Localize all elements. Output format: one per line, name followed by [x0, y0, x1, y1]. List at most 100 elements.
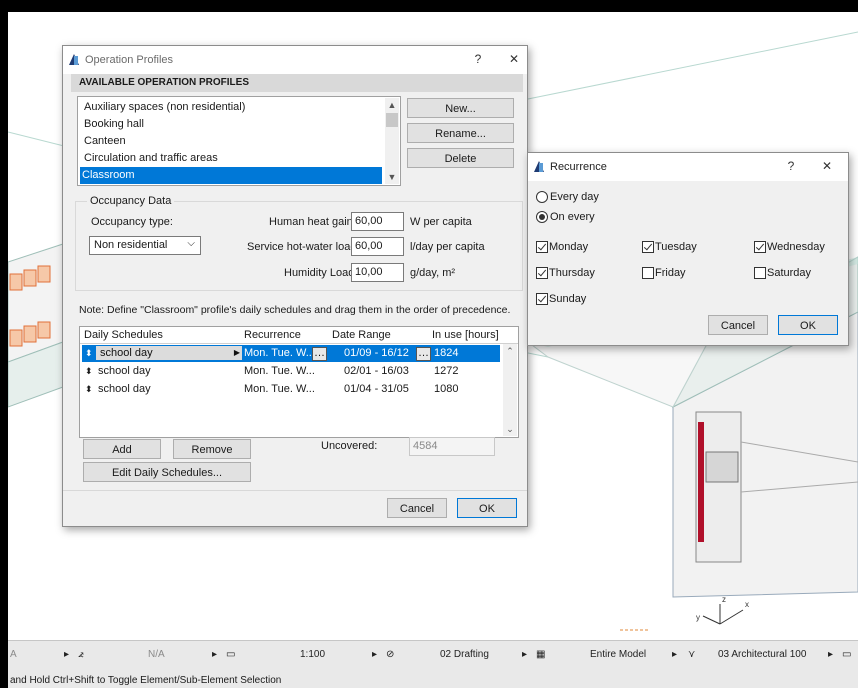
recurrence-ok-button[interactable]: OK	[778, 315, 838, 335]
profiles-list[interactable]: Auxiliary spaces (non residential) Booki…	[77, 96, 401, 186]
schedules-table[interactable]: Daily Schedules Recurrence Date Range In…	[79, 326, 519, 438]
edit-daily-schedules-button[interactable]: Edit Daily Schedules...	[83, 462, 251, 482]
archicad-logo-icon	[69, 54, 79, 65]
status-hint: and Hold Ctrl+Shift to Toggle Element/Su…	[8, 674, 858, 688]
status-na-left: A	[10, 649, 17, 660]
list-item[interactable]: Booking hall	[82, 116, 382, 133]
thursday-label[interactable]: Thursday	[549, 267, 595, 279]
table-row[interactable]: ⬍ school day ▶ Mon. Tue. W... … 01/09 - …	[82, 345, 500, 362]
model-view-icon: ▦	[536, 649, 546, 660]
humidity-unit: g/day, m²	[410, 267, 456, 279]
dropdown-arrow-icon[interactable]: ▸	[64, 649, 69, 660]
add-schedule-button[interactable]: Add	[83, 439, 161, 459]
wednesday-checkbox[interactable]	[754, 241, 766, 253]
uncovered-label: Uncovered:	[321, 440, 378, 452]
scale-value[interactable]: 1:100	[300, 649, 325, 660]
scroll-thumb[interactable]	[386, 113, 398, 127]
pen-set-value[interactable]: 03 Architectural 100	[718, 649, 806, 660]
dropdown-arrow-icon[interactable]: ▸	[372, 649, 377, 660]
list-item[interactable]: Canteen	[82, 133, 382, 150]
recurrence-cell[interactable]: Mon. Tue. W...	[244, 345, 315, 362]
table-row[interactable]: ⬍ school day Mon. Tue. W... 02/01 - 16/0…	[82, 363, 500, 380]
dialog-title: Operation Profiles	[85, 54, 174, 66]
drag-handle-icon[interactable]: ⬍	[85, 345, 93, 362]
tuesday-label[interactable]: Tuesday	[655, 241, 697, 253]
schedule-name-select[interactable]: school day ▶	[96, 346, 242, 360]
every-day-radio[interactable]	[536, 191, 548, 203]
rename-profile-button[interactable]: Rename...	[407, 123, 514, 143]
cancel-button[interactable]: Cancel	[387, 498, 447, 518]
friday-label[interactable]: Friday	[655, 267, 686, 279]
delete-profile-button[interactable]: Delete	[407, 148, 514, 168]
date-range-browse-button[interactable]: …	[416, 347, 431, 361]
saturday-label[interactable]: Saturday	[767, 267, 811, 279]
angle-icon: ⦨	[78, 649, 84, 660]
svg-text:z: z	[722, 595, 726, 604]
column-header-schedules[interactable]: Daily Schedules	[84, 329, 163, 341]
on-every-label[interactable]: On every	[550, 211, 595, 223]
occupancy-type-select[interactable]: Non residential ⌵	[89, 236, 201, 255]
recurrence-titlebar[interactable]: Recurrence ? ✕	[528, 153, 848, 181]
dialog-titlebar[interactable]: Operation Profiles ? ✕	[63, 46, 527, 74]
close-icon[interactable]: ✕	[505, 52, 523, 68]
remove-schedule-button[interactable]: Remove	[173, 439, 251, 459]
on-every-radio[interactable]	[536, 211, 548, 223]
thursday-checkbox[interactable]	[536, 267, 548, 279]
drag-handle-icon[interactable]: ⬍	[85, 381, 93, 398]
list-item[interactable]: Auxiliary spaces (non residential)	[82, 99, 382, 116]
tuesday-checkbox[interactable]	[642, 241, 654, 253]
profiles-scrollbar[interactable]: ▲ ▼	[385, 98, 399, 184]
column-header-in-use[interactable]: In use [hours]	[432, 329, 499, 341]
monday-checkbox[interactable]	[536, 241, 548, 253]
available-profiles-header: AVAILABLE OPERATION PROFILES	[71, 74, 523, 92]
model-view-value[interactable]: Entire Model	[590, 649, 646, 660]
sunday-label[interactable]: Sunday	[549, 293, 586, 305]
wednesday-label[interactable]: Wednesday	[767, 241, 825, 253]
hot-water-unit: l/day per capita	[410, 241, 485, 253]
new-profile-button[interactable]: New...	[407, 98, 514, 118]
sunday-checkbox[interactable]	[536, 293, 548, 305]
recurrence-cell[interactable]: Mon. Tue. W...	[244, 363, 315, 380]
heat-gain-label: Human heat gain:	[269, 216, 356, 228]
recurrence-cancel-button[interactable]: Cancel	[708, 315, 768, 335]
recurrence-cell[interactable]: Mon. Tue. W...	[244, 381, 315, 398]
drag-handle-icon[interactable]: ⬍	[85, 363, 93, 380]
date-range-cell[interactable]: 01/04 - 31/05	[344, 381, 409, 398]
scroll-up-icon[interactable]: ▲	[385, 98, 399, 112]
table-row[interactable]: ⬍ school day Mon. Tue. W... 01/04 - 31/0…	[82, 381, 500, 398]
ruler-icon: ▭	[226, 649, 236, 660]
help-button[interactable]: ?	[469, 52, 487, 68]
saturday-checkbox[interactable]	[754, 267, 766, 279]
date-range-cell[interactable]: 01/09 - 16/12	[344, 345, 409, 362]
date-range-cell[interactable]: 02/01 - 16/03	[344, 363, 409, 380]
recurrence-browse-button[interactable]: …	[312, 347, 327, 361]
hours-cell: 1272	[434, 365, 459, 377]
every-day-label[interactable]: Every day	[550, 191, 599, 203]
schedules-scrollbar[interactable]: ⌃ ⌄	[503, 344, 517, 436]
hours-cell: 1080	[434, 383, 459, 395]
dropdown-arrow-icon[interactable]: ▸	[672, 649, 677, 660]
help-button[interactable]: ?	[782, 159, 800, 175]
list-item-selected[interactable]: Classroom	[80, 167, 382, 184]
dropdown-arrow-icon[interactable]: ▸	[522, 649, 527, 660]
scroll-down-icon[interactable]: ▼	[385, 170, 399, 184]
dropdown-arrow-icon[interactable]: ▸	[212, 649, 217, 660]
ok-button[interactable]: OK	[457, 498, 517, 518]
scroll-up-icon[interactable]: ⌃	[503, 344, 517, 358]
friday-checkbox[interactable]	[642, 267, 654, 279]
scroll-down-icon[interactable]: ⌄	[503, 422, 517, 436]
window-frame-left	[0, 0, 8, 688]
close-icon[interactable]: ✕	[818, 159, 836, 175]
column-header-date-range[interactable]: Date Range	[332, 329, 391, 341]
hot-water-field[interactable]: 60,00	[351, 237, 404, 256]
list-item[interactable]: Circulation and traffic areas	[82, 150, 382, 167]
archicad-logo-icon	[534, 161, 544, 172]
monday-label[interactable]: Monday	[549, 241, 588, 253]
heat-gain-field[interactable]: 60,00	[351, 212, 404, 231]
recurrence-dialog: Recurrence ? ✕ Every day On every Monday…	[527, 152, 849, 346]
humidity-field[interactable]: 10,00	[351, 263, 404, 282]
dropdown-arrow-icon[interactable]: ▸	[828, 649, 833, 660]
layer-combination-value[interactable]: 02 Drafting	[440, 649, 489, 660]
occupancy-type-label: Occupancy type:	[91, 216, 173, 228]
column-header-recurrence[interactable]: Recurrence	[244, 329, 301, 341]
